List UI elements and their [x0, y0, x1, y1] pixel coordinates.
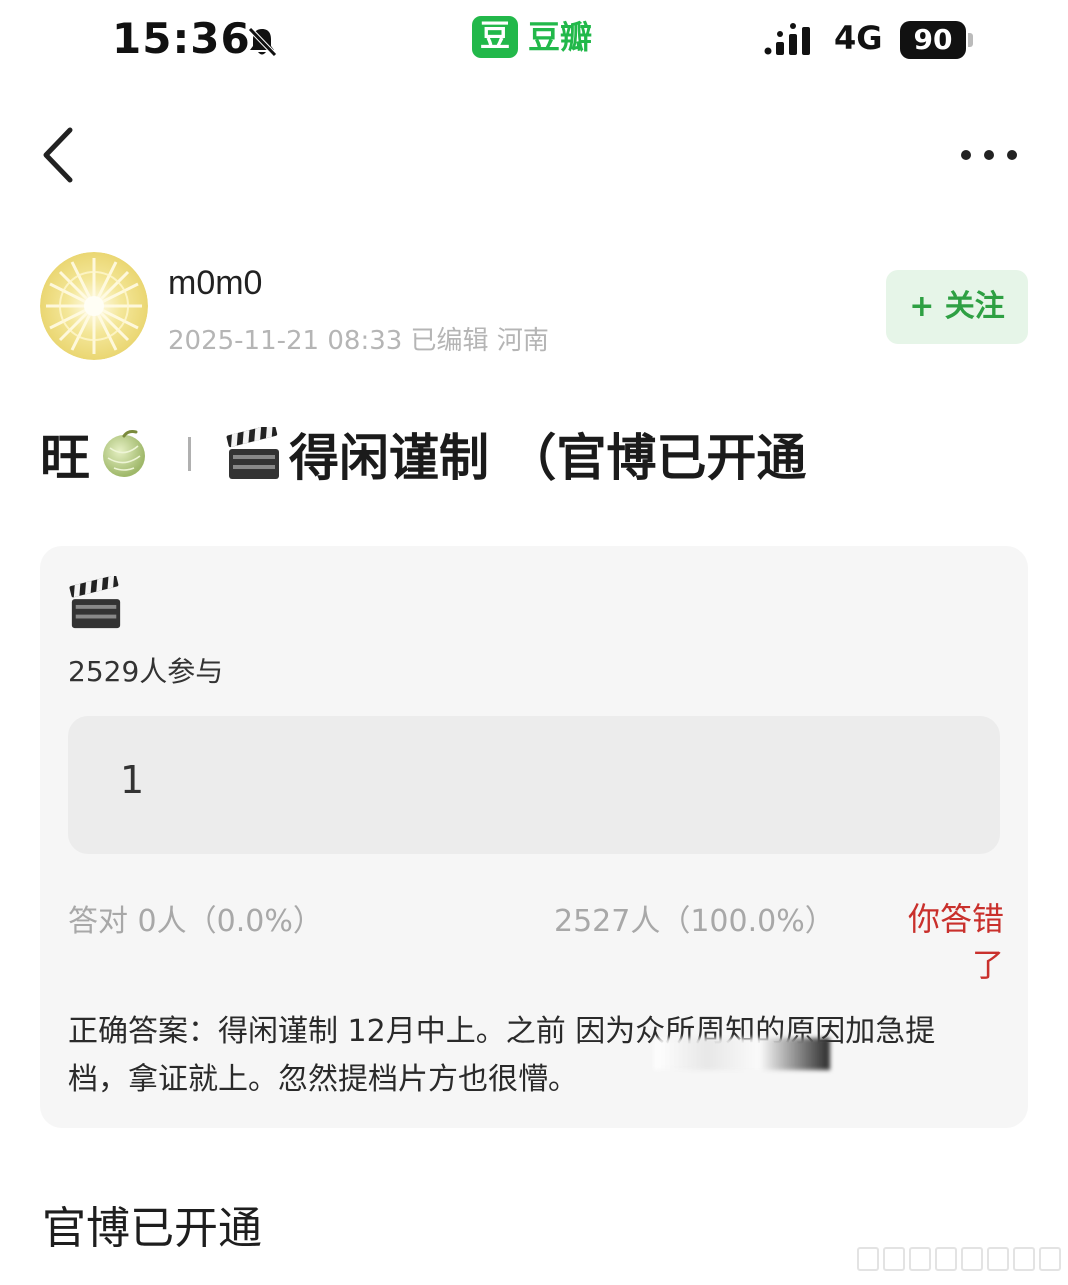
- quiz-option[interactable]: 1: [68, 716, 1000, 854]
- avatar-image: [40, 252, 148, 360]
- back-chevron-icon[interactable]: [36, 122, 86, 188]
- melon-icon: [103, 430, 145, 477]
- author-name[interactable]: m0m0: [168, 264, 262, 303]
- avatar[interactable]: [40, 252, 148, 360]
- title-main: 得闲谨制 （官博已开通: [289, 429, 807, 487]
- post-body: 官博已开通: [42, 1203, 262, 1254]
- signal-icon: [764, 23, 810, 55]
- quiz-option-label: 1: [120, 758, 145, 802]
- status-time: 15:36: [112, 14, 251, 63]
- post-meta: 2025-11-21 08:33 已编辑 河南: [168, 326, 549, 356]
- follow-button[interactable]: + 关注: [886, 270, 1028, 344]
- answer-explanation: 正确答案：得闲谨制 12月中上。之前 因为众所周知的原因加急提档，拿证就上。忽然…: [68, 1014, 936, 1097]
- clapper-icon: [226, 427, 279, 479]
- post-title: 旺 得闲谨制 （官博已开通: [40, 414, 806, 494]
- quiz-card: 2529人参与 1 答对 0人（0.0%） 2527人（100.0%） 你答错了…: [40, 546, 1028, 1128]
- watermark: [857, 1247, 1061, 1271]
- wrong-answer-badge: 你答错了: [907, 900, 1004, 984]
- correct-stat: 答对 0人（0.0%）: [68, 904, 323, 939]
- app-badge: 豆: [472, 16, 518, 58]
- more-icon[interactable]: [952, 138, 1026, 172]
- battery-indicator: 90: [900, 21, 966, 59]
- bell-off-icon: [248, 27, 277, 57]
- title-separator: [188, 437, 191, 471]
- title-prefix: 旺: [40, 429, 90, 487]
- wrong-stat: 2527人（100.0%）: [554, 904, 835, 939]
- status-bar: 15:36 豆 豆瓣 4G 90: [0, 0, 1068, 80]
- clapper-icon: [69, 576, 121, 629]
- quiz-participants: 2529人参与: [68, 655, 224, 688]
- app-name: 豆瓣: [528, 18, 593, 56]
- network-label: 4G: [834, 19, 883, 57]
- battery-cap: [968, 33, 973, 47]
- redaction-overlay: [654, 1038, 830, 1070]
